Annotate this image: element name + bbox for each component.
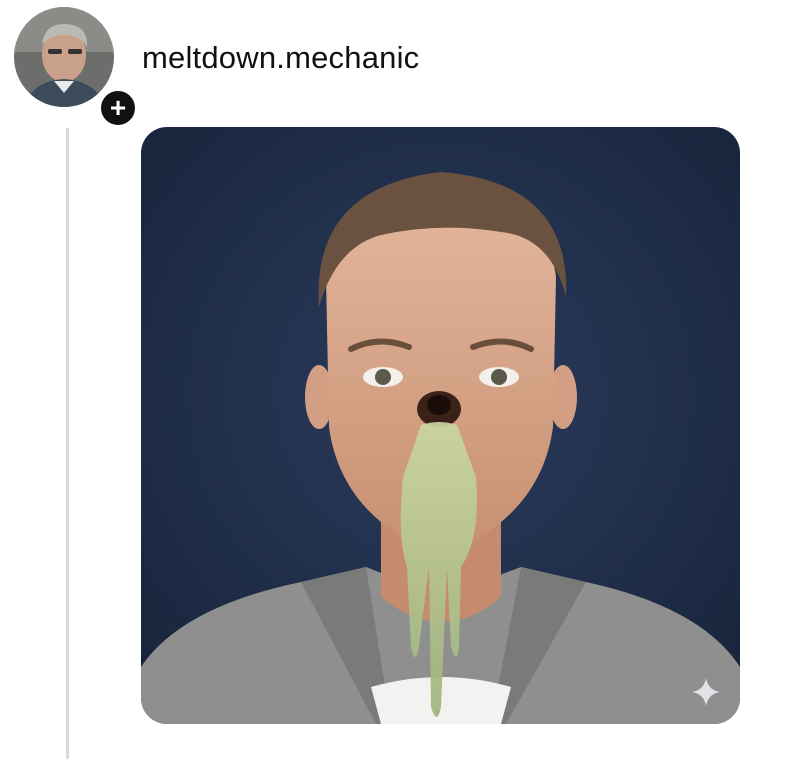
thread-line <box>66 128 69 759</box>
post-image[interactable] <box>141 127 740 724</box>
avatar[interactable] <box>14 7 114 107</box>
avatar-image <box>14 7 114 107</box>
plus-icon: + <box>109 92 127 123</box>
avatar-container[interactable]: + <box>14 7 139 129</box>
post-photo <box>141 127 740 724</box>
follow-button[interactable]: + <box>97 87 139 129</box>
username[interactable]: meltdown.mechanic <box>142 40 419 76</box>
